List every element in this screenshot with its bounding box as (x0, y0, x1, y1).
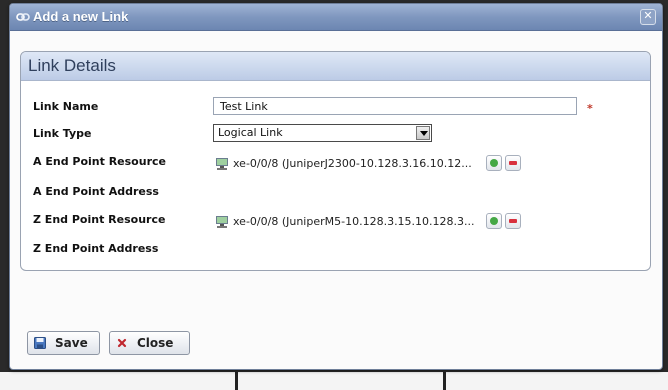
link-type-value: Logical Link (218, 126, 283, 139)
save-button[interactable]: Save (27, 331, 100, 355)
add-icon (490, 159, 498, 167)
link-name-field[interactable]: Test Link (213, 97, 577, 115)
chevron-down-icon[interactable] (416, 126, 430, 140)
dialog-titlebar[interactable]: Add a new Link ✕ (10, 4, 662, 31)
z-end-resource: xe-0/0/8 (JuniperM5-10.128.3.15.10.128.3… (215, 213, 535, 231)
save-button-label: Save (55, 336, 88, 350)
remove-a-end-button[interactable] (505, 155, 521, 171)
add-icon (490, 217, 498, 225)
link-name-label: Link Name (33, 100, 99, 113)
a-end-address-label: A End Point Address (33, 185, 159, 198)
panel-header: Link Details (21, 52, 650, 81)
close-button-label: Close (137, 336, 174, 350)
background-divider (443, 372, 446, 390)
link-icon (16, 13, 30, 21)
close-icon[interactable]: ✕ (640, 9, 656, 25)
remove-icon (509, 161, 517, 165)
add-z-end-button[interactable] (486, 213, 502, 229)
panel-title: Link Details (28, 56, 116, 75)
required-icon: ⁎ (587, 100, 593, 112)
z-end-address-label: Z End Point Address (33, 242, 159, 255)
network-device-icon (216, 158, 228, 170)
network-device-icon (216, 216, 228, 228)
remove-icon (509, 219, 517, 223)
dialog-title: Add a new Link (33, 9, 129, 24)
link-type-select[interactable]: Logical Link (213, 124, 432, 142)
add-a-end-button[interactable] (486, 155, 502, 171)
link-details-panel: Link Details Link Name Test Link ⁎ Link … (20, 51, 651, 271)
background-divider (235, 372, 238, 390)
link-type-label: Link Type (33, 127, 92, 140)
background-strip (0, 372, 668, 390)
floppy-disk-icon (34, 337, 46, 349)
close-button[interactable]: Close (109, 331, 190, 355)
a-end-resource-label: A End Point Resource (33, 155, 166, 168)
a-end-resource: xe-0/0/8 (JuniperJ2300-10.128.3.16.10.12… (215, 155, 535, 173)
add-link-dialog: Add a new Link ✕ Link Details Link Name … (9, 3, 663, 370)
a-end-resource-value: xe-0/0/8 (JuniperJ2300-10.128.3.16.10.12… (233, 157, 472, 170)
z-end-resource-value: xe-0/0/8 (JuniperM5-10.128.3.15.10.128.3… (233, 215, 475, 228)
z-end-resource-label: Z End Point Resource (33, 213, 166, 226)
remove-z-end-button[interactable] (505, 213, 521, 229)
x-icon (117, 338, 127, 348)
